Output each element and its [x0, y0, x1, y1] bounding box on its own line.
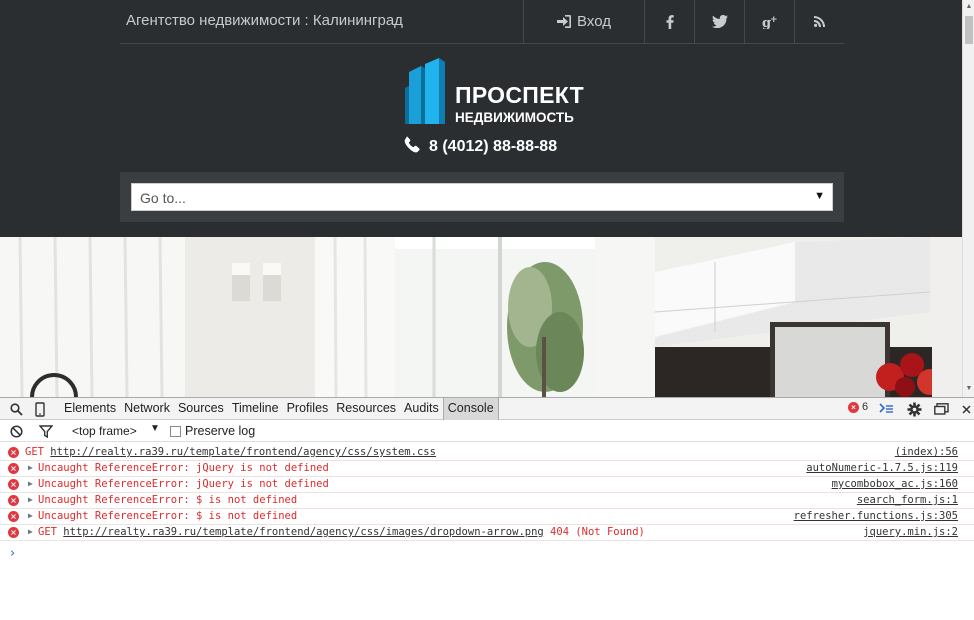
login-link[interactable]: Вход: [523, 0, 644, 43]
error-icon: ×: [8, 511, 19, 522]
tab-elements[interactable]: Elements: [60, 398, 120, 420]
settings-gear-icon[interactable]: [906, 401, 922, 417]
google-plus-link[interactable]: g +: [744, 0, 794, 43]
expand-triangle-icon[interactable]: ▶: [28, 527, 33, 536]
buildings-logo-icon: [405, 58, 445, 124]
tab-sources[interactable]: Sources: [174, 398, 228, 420]
source-link[interactable]: mycombobox_ac.js:160: [832, 478, 958, 490]
login-label: Вход: [577, 13, 611, 30]
source-link[interactable]: jquery.min.js:2: [863, 526, 958, 538]
facebook-link[interactable]: [644, 0, 694, 43]
logo-subtitle: НЕДВИЖИМОСТЬ: [455, 110, 574, 125]
dock-side-icon[interactable]: [933, 401, 949, 417]
phone-number: 8 (4012) 88-88-88: [429, 138, 558, 155]
error-count-badge[interactable]: × 6: [848, 401, 868, 413]
console-line[interactable]: × ▶ Uncaught ReferenceError: jQuery is n…: [0, 461, 974, 477]
tab-console[interactable]: Console: [442, 398, 499, 420]
console-message: GET http://realty.ra39.ru/template/front…: [25, 446, 436, 458]
tab-network[interactable]: Network: [120, 398, 174, 420]
tab-audits[interactable]: Audits: [400, 398, 443, 420]
console-filter-bar: <top frame> ▼ Preserve log: [0, 420, 974, 442]
top-links: Вход g +: [523, 0, 844, 43]
console-line[interactable]: × ▶ GET http://realty.ra39.ru/template/f…: [0, 525, 974, 541]
google-plus-icon: g +: [762, 15, 778, 29]
website-viewport: Агентство недвижимости : Калининград Вхо…: [0, 0, 962, 397]
logo-name: ПРОСПЕКТ: [455, 82, 585, 108]
rss-icon: [814, 16, 825, 27]
console-message: Uncaught ReferenceError: $ is not define…: [38, 494, 298, 506]
expand-triangle-icon[interactable]: ▶: [28, 495, 33, 504]
error-icon: ×: [848, 401, 859, 413]
console-line[interactable]: × ▶ Uncaught ReferenceError: jQuery is n…: [0, 477, 974, 493]
drawer-toggle-icon[interactable]: [878, 401, 894, 417]
console-line[interactable]: × GET http://realty.ra39.ru/template/fro…: [0, 445, 974, 461]
error-icon: ×: [8, 447, 19, 458]
frame-dropdown-arrow-icon[interactable]: ▼: [150, 423, 160, 434]
phone-icon: [404, 136, 421, 158]
error-icon: ×: [8, 495, 19, 506]
resource-link[interactable]: http://realty.ra39.ru/template/frontend/…: [50, 446, 436, 458]
error-icon: ×: [8, 527, 19, 538]
console-message: GET http://realty.ra39.ru/template/front…: [38, 526, 645, 538]
facebook-icon: [666, 14, 674, 29]
console-line[interactable]: × ▶ Uncaught ReferenceError: $ is not de…: [0, 509, 974, 525]
phone-contact[interactable]: 8 (4012) 88-88-88: [404, 136, 557, 158]
goto-select[interactable]: Go to... ▼: [131, 183, 833, 211]
clear-console-icon[interactable]: [8, 423, 24, 439]
source-link[interactable]: (index):56: [895, 446, 958, 458]
company-logo[interactable]: ПРОСПЕКТ НЕДВИЖИМОСТЬ: [405, 58, 585, 128]
preserve-log-checkbox[interactable]: Preserve log: [170, 424, 255, 438]
page-scrollbar[interactable]: ▲ ▼: [962, 0, 974, 397]
console-line[interactable]: × ▶ Uncaught ReferenceError: $ is not de…: [0, 493, 974, 509]
console-message: Uncaught ReferenceError: $ is not define…: [38, 510, 298, 522]
device-mode-icon[interactable]: [32, 401, 48, 417]
frame-selector[interactable]: <top frame>: [72, 424, 137, 438]
scrollbar-thumb[interactable]: [965, 16, 973, 44]
filter-funnel-icon[interactable]: [38, 423, 54, 439]
top-bar: Агентство недвижимости : Калининград Вхо…: [120, 0, 844, 44]
scroll-down-arrow-icon[interactable]: ▼: [965, 384, 973, 394]
scroll-up-arrow-icon[interactable]: ▲: [965, 2, 973, 12]
sign-in-icon: [557, 15, 572, 28]
error-icon: ×: [8, 463, 19, 474]
console-message: Uncaught ReferenceError: jQuery is not d…: [38, 478, 329, 490]
twitter-link[interactable]: [694, 0, 744, 43]
dropdown-arrow-icon: ▼: [814, 190, 825, 202]
hero-interior-image: [0, 237, 962, 397]
source-link[interactable]: autoNumeric-1.7.5.js:119: [806, 462, 958, 474]
expand-triangle-icon[interactable]: ▶: [28, 511, 33, 520]
inspect-search-icon[interactable]: [8, 401, 24, 417]
console-prompt[interactable]: ›: [10, 546, 15, 561]
tab-resources[interactable]: Resources: [332, 398, 400, 420]
tab-timeline[interactable]: Timeline: [228, 398, 283, 420]
console-output: × GET http://realty.ra39.ru/template/fro…: [0, 445, 974, 561]
twitter-icon: [711, 15, 728, 28]
source-link[interactable]: refresher.functions.js:305: [794, 510, 958, 522]
source-link[interactable]: search_form.js:1: [857, 494, 958, 506]
error-count: 6: [862, 401, 869, 413]
svg-text:+: +: [770, 15, 778, 25]
agency-title: Агентство недвижимости : Калининград: [126, 12, 403, 29]
error-icon: ×: [8, 479, 19, 490]
tab-profiles[interactable]: Profiles: [283, 398, 333, 420]
expand-triangle-icon[interactable]: ▶: [28, 463, 33, 472]
checkbox-box[interactable]: [170, 425, 181, 437]
resource-link[interactable]: http://realty.ra39.ru/template/frontend/…: [63, 526, 543, 538]
rss-link[interactable]: [794, 0, 844, 43]
expand-triangle-icon[interactable]: ▶: [28, 479, 33, 488]
devtools-toolbar: Elements Network Sources Timeline Profil…: [0, 398, 974, 420]
close-icon[interactable]: [958, 401, 974, 417]
devtools-panel: Elements Network Sources Timeline Profil…: [0, 397, 974, 620]
devtools-tabs: Elements Network Sources Timeline Profil…: [60, 398, 499, 420]
console-message: Uncaught ReferenceError: jQuery is not d…: [38, 462, 329, 474]
preserve-log-label: Preserve log: [185, 424, 256, 438]
navigation-select-panel: Go to... ▼: [120, 172, 844, 222]
goto-select-value: Go to...: [140, 190, 186, 206]
